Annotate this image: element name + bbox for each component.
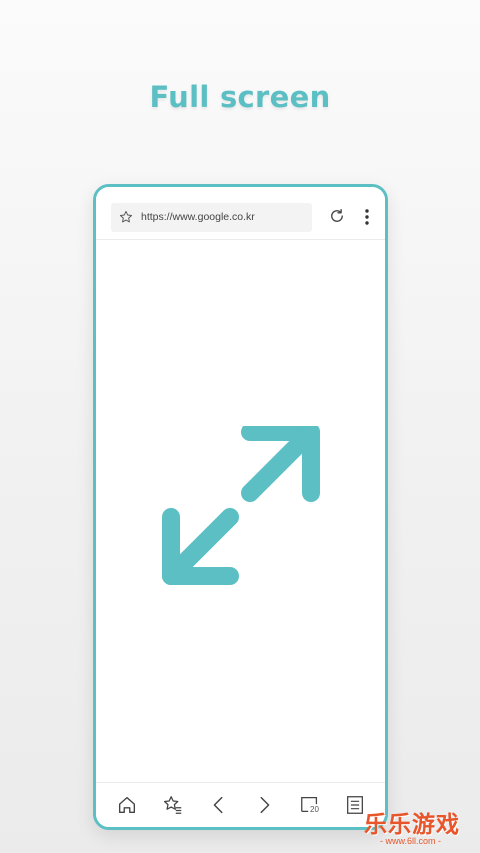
- home-icon[interactable]: [116, 794, 138, 816]
- bookmarks-icon[interactable]: [162, 794, 184, 816]
- headline-title: Full screen: [149, 80, 331, 114]
- page-content: [96, 240, 385, 784]
- url-text: https://www.google.co.kr: [141, 211, 255, 223]
- more-vertical-icon[interactable]: [364, 208, 370, 226]
- tabs-icon[interactable]: 20: [299, 794, 321, 816]
- phone-frame: https://www.google.co.kr 20: [93, 184, 388, 830]
- browser-bottom-bar: 20: [96, 782, 385, 827]
- reload-icon[interactable]: [328, 207, 346, 225]
- forward-icon[interactable]: [253, 794, 275, 816]
- watermark-url: - www.6ll.com -: [380, 836, 442, 846]
- tab-count: 20: [310, 805, 319, 814]
- back-icon[interactable]: [208, 794, 230, 816]
- watermark-text: 乐乐游戏: [364, 812, 460, 838]
- expand-diagonal-icon: [162, 426, 320, 585]
- address-bar[interactable]: https://www.google.co.kr: [111, 203, 312, 232]
- site-watermark: 乐乐游戏 - www.6ll.com -: [358, 805, 478, 849]
- star-icon[interactable]: [119, 210, 133, 224]
- browser-top-bar: https://www.google.co.kr: [96, 187, 385, 240]
